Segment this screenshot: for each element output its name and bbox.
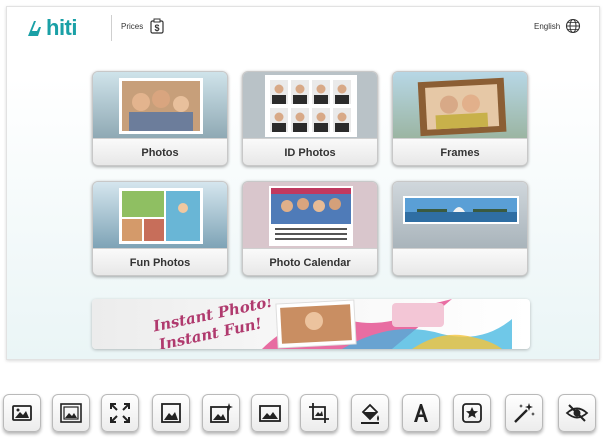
- eye-hidden-icon: [565, 404, 589, 422]
- globe-icon[interactable]: [565, 18, 581, 34]
- hiti-logo: hiti: [27, 15, 78, 40]
- image-framed-icon: [60, 403, 82, 423]
- image-plain-icon: [259, 405, 281, 422]
- photos-thumbnail: [93, 72, 227, 138]
- tile-label: Fun Photos: [93, 248, 227, 275]
- image-square-button[interactable]: [152, 394, 190, 432]
- frames-thumbnail: [393, 72, 527, 138]
- tile-fun-photos[interactable]: Fun Photos: [92, 181, 228, 276]
- magic-wand-icon: [514, 403, 535, 423]
- image-framed-button[interactable]: [52, 394, 90, 432]
- price-tag-icon[interactable]: $: [150, 18, 164, 34]
- sticker-star-icon: [462, 403, 482, 423]
- hiti-logo-mark-icon: [28, 21, 41, 36]
- tile-label: Frames: [393, 138, 527, 165]
- image-sparkle-icon: [210, 403, 233, 423]
- image-square-icon: [161, 403, 181, 423]
- image-button[interactable]: [3, 394, 41, 432]
- crop-button[interactable]: [300, 394, 338, 432]
- crop-icon: [309, 403, 329, 423]
- header-divider: [111, 15, 112, 41]
- magic-wand-button[interactable]: [505, 394, 543, 432]
- tile-panorama[interactable]: [392, 181, 528, 276]
- tile-label: Photo Calendar: [243, 248, 377, 275]
- image-sparkle-button[interactable]: [202, 394, 240, 432]
- editing-toolbar: [0, 394, 606, 438]
- photo-calendar-thumbnail: [243, 182, 377, 248]
- promo-banner[interactable]: Instant Photo! Instant Fun!: [92, 299, 530, 349]
- text-icon: [414, 404, 428, 422]
- language-label[interactable]: English: [534, 22, 560, 31]
- tile-label: ID Photos: [243, 138, 377, 165]
- panorama-thumbnail: [393, 182, 527, 248]
- tile-photo-calendar[interactable]: Photo Calendar: [242, 181, 378, 276]
- top-bar: hiti Prices $ English: [7, 7, 599, 47]
- svg-text:$: $: [154, 23, 159, 33]
- expand-button[interactable]: [101, 394, 139, 432]
- fun-photos-thumbnail: [93, 182, 227, 248]
- paint-bucket-icon: [361, 403, 379, 424]
- id-photos-thumbnail: [243, 72, 377, 138]
- tile-photos[interactable]: Photos: [92, 71, 228, 166]
- tile-label: [393, 248, 527, 275]
- brand-name: hiti: [46, 15, 78, 40]
- prices-label[interactable]: Prices: [121, 22, 143, 31]
- tile-id-photos[interactable]: ID Photos: [242, 71, 378, 166]
- text-button[interactable]: [402, 394, 440, 432]
- image-plain-button[interactable]: [251, 394, 289, 432]
- eye-hidden-button[interactable]: [558, 394, 596, 432]
- kiosk-screen: hiti Prices $ English Photos ID Photos F…: [6, 6, 600, 360]
- tile-label: Photos: [93, 138, 227, 165]
- sticker-star-button[interactable]: [453, 394, 491, 432]
- expand-icon: [110, 403, 130, 423]
- image-icon: [12, 405, 32, 421]
- tile-frames[interactable]: Frames: [392, 71, 528, 166]
- paint-bucket-button[interactable]: [351, 394, 389, 432]
